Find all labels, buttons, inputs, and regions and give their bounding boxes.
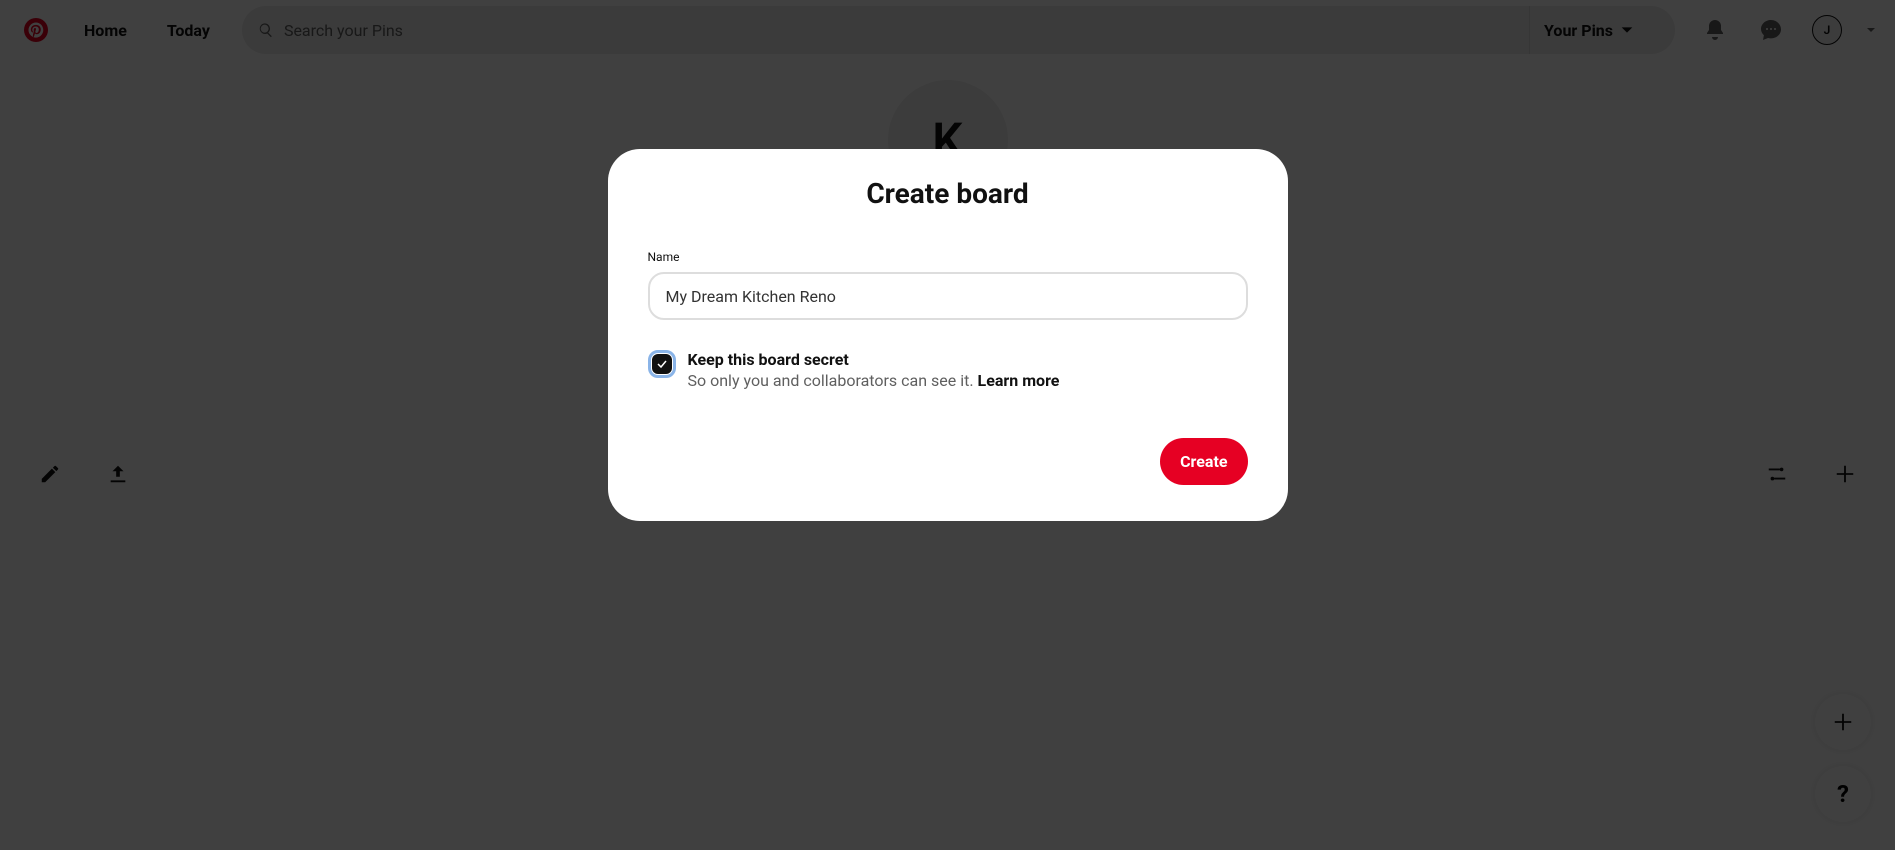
create-board-modal: Create board Name Keep this board secret…	[608, 149, 1288, 521]
secret-checkbox[interactable]	[648, 350, 676, 378]
checkbox-checked-icon	[652, 354, 672, 374]
secret-option-subtitle: So only you and collaborators can see it…	[688, 371, 1060, 390]
name-field-label: Name	[648, 250, 1248, 264]
board-name-input[interactable]	[648, 272, 1248, 320]
secret-option-row: Keep this board secret So only you and c…	[648, 350, 1248, 390]
secret-option-title: Keep this board secret	[688, 350, 1060, 369]
modal-title: Create board	[648, 177, 1248, 210]
modal-overlay[interactable]: Create board Name Keep this board secret…	[0, 0, 1895, 850]
create-button[interactable]: Create	[1160, 438, 1247, 485]
learn-more-link[interactable]: Learn more	[978, 371, 1060, 390]
